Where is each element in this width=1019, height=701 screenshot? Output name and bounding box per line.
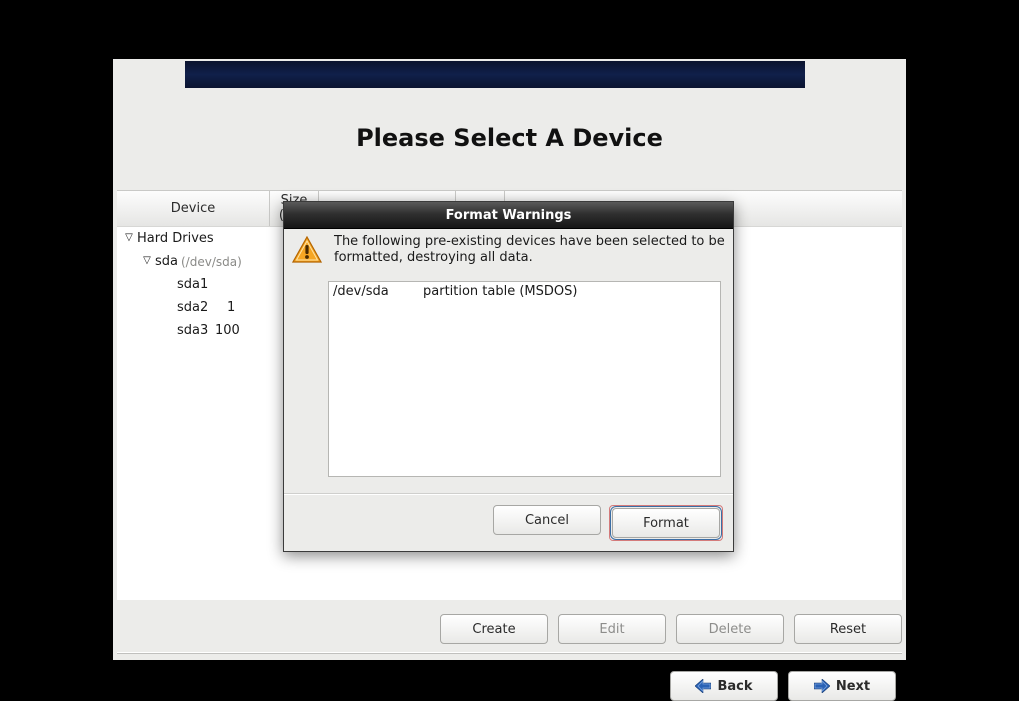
arrow-left-icon (695, 679, 711, 693)
format-warnings-dialog: Format Warnings The following pre-existi… (283, 201, 734, 552)
dialog-message: The following pre-existing devices have … (334, 234, 725, 268)
nav-actions: Back Next (670, 671, 896, 701)
expander-icon[interactable]: ▽ (141, 255, 153, 266)
tree-part-size-partial: 1 (227, 300, 235, 315)
format-list[interactable]: /dev/sda partition table (MSDOS) (328, 281, 721, 477)
panel-actions: Create Edit Delete Reset (117, 614, 902, 644)
separator (117, 652, 902, 654)
delete-button: Delete (676, 614, 784, 644)
back-button[interactable]: Back (670, 671, 778, 701)
dialog-separator (284, 493, 733, 495)
create-button[interactable]: Create (440, 614, 548, 644)
warning-icon (292, 234, 324, 268)
tree-part-label: sda1 (177, 277, 208, 292)
tree-part-size-partial: 100 (215, 323, 240, 338)
arrow-right-icon (814, 679, 830, 693)
header-banner (185, 61, 805, 88)
format-type-cell: partition table (MSDOS) (423, 284, 716, 299)
next-button[interactable]: Next (788, 671, 896, 701)
dialog-actions: Cancel Format (284, 505, 733, 551)
tree-part-label: sda3 (177, 323, 208, 338)
tree-disk-hint: (/dev/sda) (181, 255, 242, 269)
format-list-row[interactable]: /dev/sda partition table (MSDOS) (329, 282, 720, 301)
cancel-button[interactable]: Cancel (493, 505, 601, 535)
expander-icon[interactable]: ▽ (123, 232, 135, 243)
page-title: Please Select A Device (113, 124, 906, 152)
dialog-title[interactable]: Format Warnings (284, 202, 733, 229)
edit-button: Edit (558, 614, 666, 644)
tree-root-label: Hard Drives (137, 231, 214, 246)
col-header-device[interactable]: Device (117, 191, 270, 227)
dialog-body: The following pre-existing devices have … (284, 229, 733, 276)
format-button[interactable]: Format (612, 508, 720, 538)
reset-button[interactable]: Reset (794, 614, 902, 644)
default-button-highlight: Format (609, 505, 723, 541)
tree-disk-label: sda (155, 254, 178, 269)
tree-part-label: sda2 (177, 300, 208, 315)
format-device-cell: /dev/sda (333, 284, 423, 299)
